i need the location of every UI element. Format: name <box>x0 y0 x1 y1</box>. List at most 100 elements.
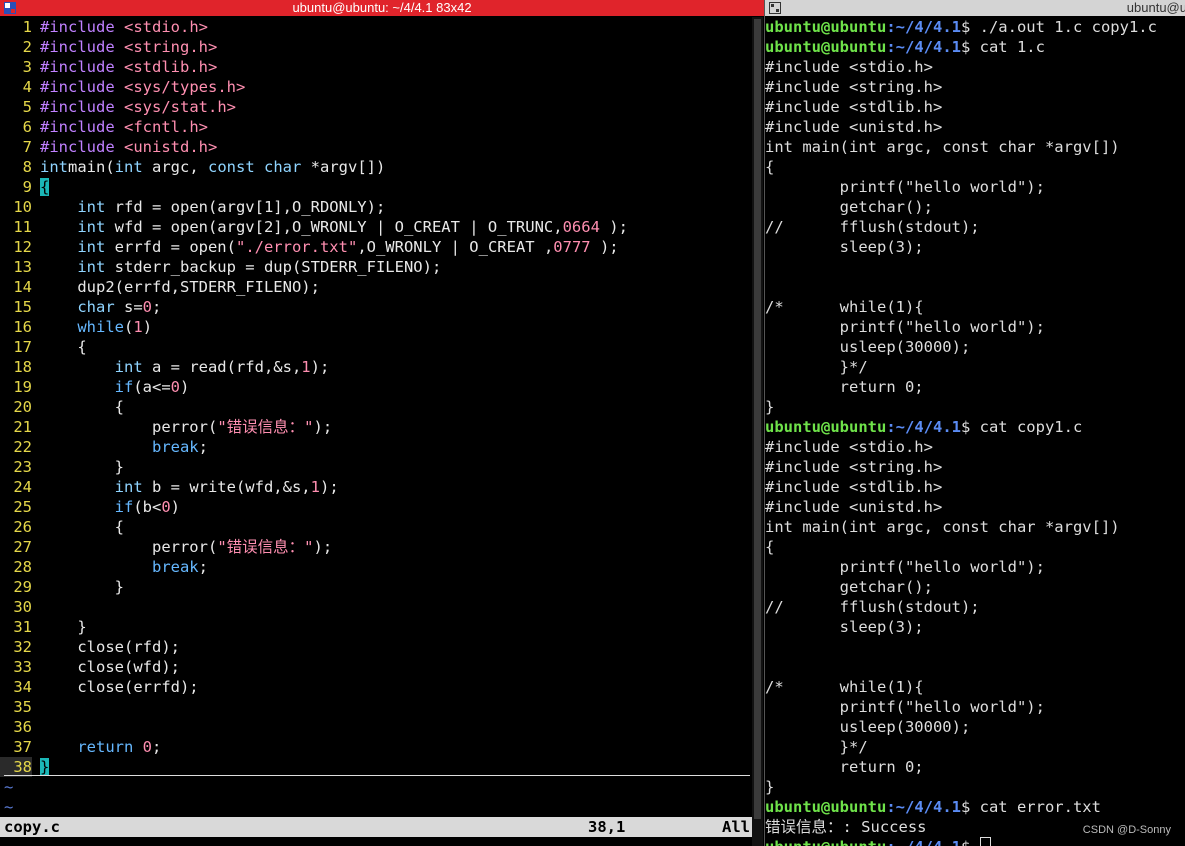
line-number: 21 <box>13 418 32 436</box>
code-line[interactable]: 2 #include <string.h> <box>0 37 764 57</box>
line-number: 11 <box>13 218 32 236</box>
code-line[interactable]: 19 if(a<=0) <box>0 377 764 397</box>
line-number: 34 <box>13 678 32 696</box>
code-token: "./error.txt" <box>235 238 358 256</box>
prompt-user: ubuntu@ubuntu <box>765 38 887 56</box>
code-token: #include <box>40 18 124 36</box>
code-token: ) <box>142 318 153 336</box>
line-number: 8 <box>22 158 32 176</box>
output-line: #include <stdlib.h> <box>765 98 943 116</box>
code-token: #include <box>40 78 124 96</box>
code-token: #include <box>40 38 124 56</box>
code-token: } <box>40 458 124 476</box>
vim-terminal-window[interactable]: ubuntu@ubuntu: ~/4/4.1 83x42 1 #include <… <box>0 0 764 846</box>
output-line: return 0; <box>765 378 924 396</box>
prompt-path: :~/4/4.1 <box>886 38 961 56</box>
code-line[interactable]: 7 #include <unistd.h> <box>0 137 764 157</box>
code-token: "错误信息：" <box>217 418 314 436</box>
code-line[interactable]: 24 int b = write(wfd,&s,1); <box>0 477 764 497</box>
code-token: { <box>40 518 124 536</box>
output-line: printf("hello world"); <box>765 178 1045 196</box>
code-line[interactable]: 5 #include <sys/stat.h> <box>0 97 764 117</box>
code-token: 0 <box>142 738 153 756</box>
code-line[interactable]: 4 #include <sys/types.h> <box>0 77 764 97</box>
shell-terminal-window[interactable]: ubuntu@u ubuntu@ubuntu:~/4/4.1$ ./a.out … <box>765 0 1185 846</box>
code-line[interactable]: 15 char s=0; <box>0 297 764 317</box>
prompt-path: :~/4/4.1 <box>886 838 961 846</box>
line-number: 19 <box>13 378 32 396</box>
vim-status-line: copy.c 38,1 All <box>0 817 752 837</box>
command-text: $ ./a.out 1.c copy1.c <box>960 18 1157 36</box>
code-line[interactable]: 9{ <box>0 177 764 197</box>
code-line[interactable]: 13 int stderr_backup = dup(STDERR_FILENO… <box>0 257 764 277</box>
code-line[interactable]: 14 dup2(errfd,STDERR_FILENO); <box>0 277 764 297</box>
code-token: <unistd.h> <box>124 138 218 156</box>
code-line[interactable]: 36 <box>0 717 764 737</box>
terminal-cursor[interactable] <box>979 837 991 846</box>
code-line[interactable]: 33 close(wfd); <box>0 657 764 677</box>
code-line[interactable]: 8 intmain(int argc, const char *argv[]) <box>0 157 764 177</box>
code-token: ( <box>124 318 134 336</box>
code-line[interactable]: 18 int a = read(rfd,&s,1); <box>0 357 764 377</box>
code-token: ; <box>198 558 208 576</box>
line-number: 5 <box>22 98 32 116</box>
code-token: <sys/stat.h> <box>124 98 236 116</box>
right-title-bar[interactable]: ubuntu@u <box>765 0 1185 16</box>
line-number: 15 <box>13 298 32 316</box>
code-line[interactable]: 16 while(1) <box>0 317 764 337</box>
code-line[interactable]: 1 #include <stdio.h> <box>0 17 764 37</box>
code-line[interactable]: 29 } <box>0 577 764 597</box>
line-number: 30 <box>13 598 32 616</box>
code-line[interactable]: 30 <box>0 597 764 617</box>
code-token: dup2(errfd,STDERR_FILENO); <box>40 278 320 296</box>
code-token: while <box>77 318 124 336</box>
code-token: int <box>114 158 143 176</box>
scrollbar-thumb[interactable] <box>754 19 761 819</box>
line-number: 17 <box>13 338 32 356</box>
code-line[interactable]: 23 } <box>0 457 764 477</box>
code-line[interactable]: 17 { <box>0 337 764 357</box>
code-line[interactable]: 6 #include <fcntl.h> <box>0 117 764 137</box>
code-token: close(rfd); <box>40 638 180 656</box>
terminal-output[interactable]: ubuntu@ubuntu:~/4/4.1$ ./a.out 1.c copy1… <box>765 17 1185 846</box>
output-line: getchar(); <box>765 578 933 596</box>
prompt-line: ubuntu@ubuntu:~/4/4.1$ cat error.txt <box>765 797 1185 817</box>
code-token: ); <box>313 538 333 556</box>
left-title-bar[interactable]: ubuntu@ubuntu: ~/4/4.1 83x42 <box>0 0 764 16</box>
scrollbar[interactable] <box>752 17 763 846</box>
code-token: 1 <box>133 318 143 336</box>
code-token: rfd = open(argv[1],O_RDONLY); <box>105 198 386 216</box>
code-line[interactable]: 27 perror("错误信息："); <box>0 537 764 557</box>
code-token: perror( <box>40 418 218 436</box>
code-line[interactable]: 10 int rfd = open(argv[1],O_RDONLY); <box>0 197 764 217</box>
code-line[interactable]: 26 { <box>0 517 764 537</box>
code-line[interactable]: 11 int wfd = open(argv[2],O_WRONLY | O_C… <box>0 217 764 237</box>
code-line[interactable]: 21 perror("错误信息："); <box>0 417 764 437</box>
line-number: 18 <box>13 358 32 376</box>
code-line[interactable]: 37 return 0; <box>0 737 764 757</box>
code-token: int <box>40 158 68 176</box>
code-token: 0 <box>142 298 152 316</box>
code-line[interactable]: 34 close(errfd); <box>0 677 764 697</box>
code-line[interactable]: 31 } <box>0 617 764 637</box>
code-line[interactable]: 3 #include <stdlib.h> <box>0 57 764 77</box>
code-line[interactable]: 22 break; <box>0 437 764 457</box>
code-line[interactable]: 38} <box>0 757 764 777</box>
output-line: { <box>765 538 775 556</box>
line-number: 3 <box>22 58 32 76</box>
line-number: 25 <box>13 498 32 516</box>
code-line[interactable]: 28 break; <box>0 557 764 577</box>
code-line[interactable]: 25 if(b<0) <box>0 497 764 517</box>
code-token: errfd = open( <box>105 238 236 256</box>
code-line[interactable]: 32 close(rfd); <box>0 637 764 657</box>
code-line[interactable]: 20 { <box>0 397 764 417</box>
line-number: 36 <box>13 718 32 736</box>
code-line[interactable]: 35 <box>0 697 764 717</box>
vim-editor[interactable]: 1 #include <stdio.h> 2 #include <string.h> 3… <box>0 17 764 837</box>
output-line: usleep(30000); <box>765 718 971 736</box>
code-line[interactable]: 12 int errfd = open("./error.txt",O_WRON… <box>0 237 764 257</box>
code-token: close(errfd); <box>40 678 199 696</box>
